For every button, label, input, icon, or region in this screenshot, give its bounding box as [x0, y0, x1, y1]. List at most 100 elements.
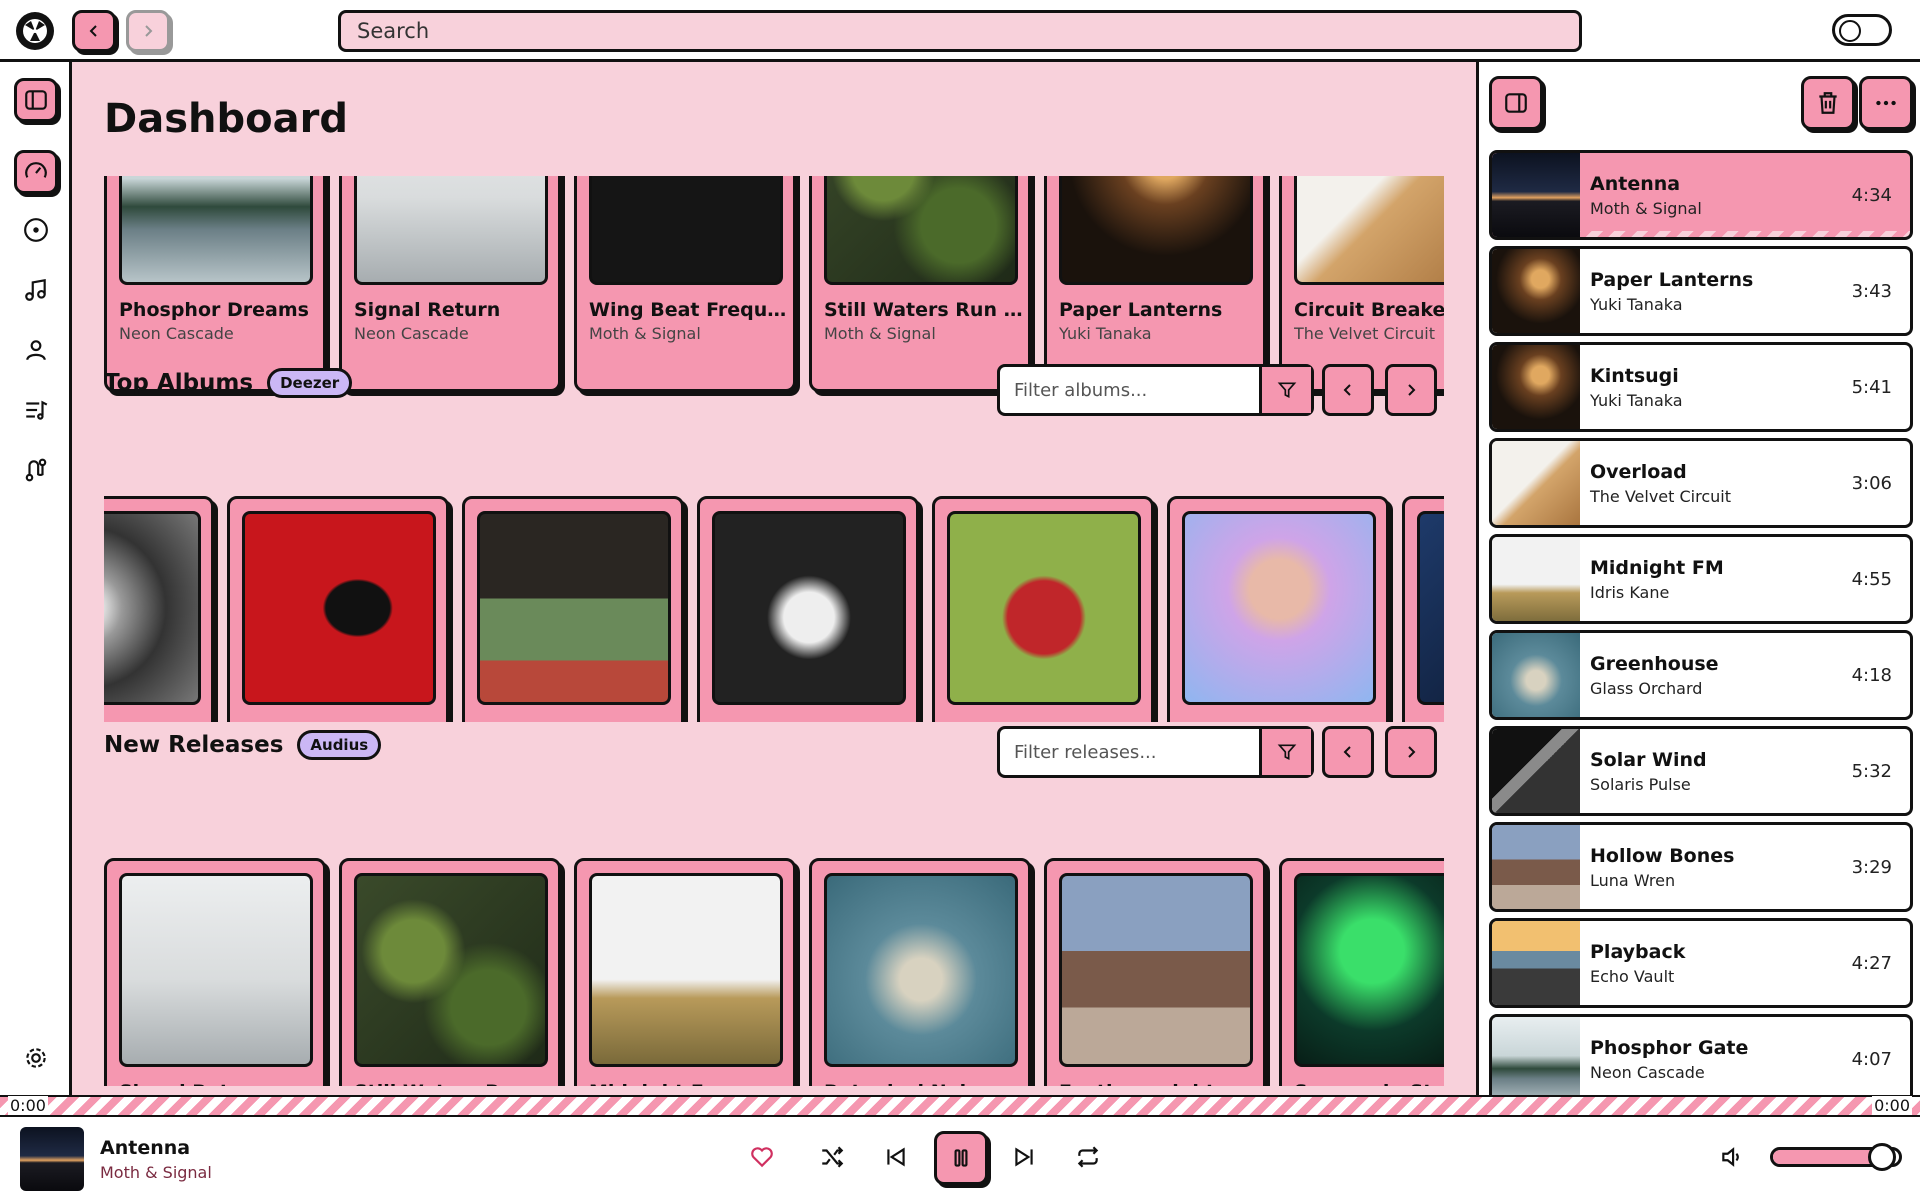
releases-filter-input[interactable]: Filter releases...	[1000, 729, 1259, 775]
like-button[interactable]	[740, 1135, 784, 1179]
album-card[interactable]: The Stone Roses (2...The Stone Roses	[462, 496, 684, 722]
recent-track-card[interactable]: Circuit Breaker The Velvet Circuit	[1279, 176, 1444, 392]
pause-button[interactable]	[934, 1131, 988, 1185]
player-bar: Antenna Moth & Signal	[0, 1117, 1920, 1200]
recent-track-title: Circuit Breaker	[1294, 299, 1444, 321]
forward-button[interactable]	[126, 10, 170, 52]
album-card[interactable]: El CorazonSteve Earle	[932, 496, 1154, 722]
nav-dashboard[interactable]	[14, 150, 58, 194]
filter-button[interactable]	[1259, 367, 1311, 413]
volume-knob[interactable]	[1868, 1143, 1897, 1171]
release-title: Botanical Noise	[824, 1081, 1024, 1086]
album-card[interactable]: TheVario	[1402, 496, 1444, 722]
queue-item[interactable]: Overload The Velvet Circuit 3:06	[1489, 438, 1913, 528]
nav-playlists[interactable]	[14, 388, 58, 432]
recent-track-card[interactable]: Signal Return Neon Cascade	[339, 176, 561, 392]
release-card[interactable]: Sermon in StaticMarlo Priest	[1279, 858, 1444, 1086]
new-releases-row: Signal ReturnNeon CascadeStill Waters Ru…	[104, 796, 1444, 1086]
nav-connections[interactable]	[14, 448, 58, 492]
albums-next-button[interactable]	[1385, 364, 1437, 416]
album-card[interactable]: March Or DieMotörhead	[697, 496, 919, 722]
nav-tracks[interactable]	[14, 268, 58, 312]
release-card[interactable]: FeatherweightLuna Wren	[1044, 858, 1266, 1086]
time-elapsed: 0:00	[8, 1096, 48, 1115]
back-button[interactable]	[72, 10, 116, 52]
release-cover-art	[1294, 873, 1444, 1067]
repeat-button[interactable]	[1066, 1135, 1110, 1179]
queue-item[interactable]: Kintsugi Yuki Tanaka 5:41	[1489, 342, 1913, 432]
nav-artists[interactable]	[14, 328, 58, 372]
queue-item[interactable]: Greenhouse Glass Orchard 4:18	[1489, 630, 1913, 720]
queue-item[interactable]: Playback Echo Vault 4:27	[1489, 918, 1913, 1008]
album-cover-art	[1182, 511, 1376, 705]
queue-item-title: Paper Lanterns	[1590, 269, 1754, 291]
release-cover-art	[119, 873, 313, 1067]
queue-item-artist: Neon Cascade	[1590, 1063, 1705, 1082]
release-card[interactable]: Botanical NoiseGlass Orchard	[809, 858, 1031, 1086]
filter-button[interactable]	[1259, 729, 1311, 775]
theme-toggle[interactable]	[1832, 14, 1892, 46]
recent-track-artist: Moth & Signal	[589, 324, 701, 343]
queue-item-title: Phosphor Gate	[1590, 1037, 1749, 1059]
queue-item-duration: 5:32	[1851, 761, 1892, 782]
search-input[interactable]: Search	[338, 10, 1582, 52]
toggle-sidebar-button[interactable]	[14, 78, 58, 122]
queue-item[interactable]: Phosphor Gate Neon Cascade 4:07	[1489, 1014, 1913, 1095]
recent-track-cover-art	[354, 176, 548, 285]
recent-track-cover-art	[1294, 176, 1444, 285]
album-title: 춤 (CHOOM)	[242, 719, 442, 722]
playback-progress-bar[interactable]	[0, 1095, 1920, 1117]
queue-item[interactable]: Antenna Moth & Signal 4:34	[1489, 150, 1913, 240]
pause-icon	[954, 1149, 968, 1167]
now-playing-artist[interactable]: Moth & Signal	[100, 1163, 212, 1182]
queue-item-artist: Solaris Pulse	[1590, 775, 1691, 794]
recent-track-card[interactable]: Still Waters Run Code Moth & Signal	[809, 176, 1031, 392]
clear-queue-button[interactable]	[1801, 76, 1855, 130]
queue-item[interactable]: Hollow Bones Luna Wren 3:29	[1489, 822, 1913, 912]
release-title: Signal Return	[119, 1081, 319, 1086]
music-note-icon	[25, 278, 46, 301]
chevron-left-icon	[1343, 746, 1351, 758]
volume-slider[interactable]	[1770, 1143, 1902, 1171]
release-title: Sermon in Static	[1294, 1081, 1444, 1086]
toggle-queue-button[interactable]	[1489, 76, 1543, 130]
next-button[interactable]	[1002, 1135, 1046, 1179]
album-card[interactable]: 춤 (CHOOM)BABYMONSTER	[227, 496, 449, 722]
queue-item-duration: 5:41	[1851, 377, 1892, 398]
albums-filter-input[interactable]: Filter albums...	[1000, 367, 1259, 413]
album-card[interactable]	[104, 496, 214, 722]
previous-button[interactable]	[874, 1135, 918, 1179]
album-card[interactable]: FROM FLORIDA'S FIN...SAILORR	[1167, 496, 1389, 722]
shuffle-button[interactable]	[810, 1135, 854, 1179]
queue-item[interactable]: Midnight FM Idris Kane 4:55	[1489, 534, 1913, 624]
sun-icon	[1839, 20, 1861, 42]
chevron-right-icon	[1408, 746, 1416, 758]
app-logo	[16, 12, 54, 50]
settings-button[interactable]	[14, 1036, 58, 1080]
nav-albums[interactable]	[14, 208, 58, 252]
release-card[interactable]: Signal ReturnNeon Cascade	[104, 858, 326, 1086]
queue-item-art	[1492, 633, 1580, 717]
release-title: Featherweight	[1059, 1081, 1259, 1086]
release-card[interactable]: Still Waters Run CodeMoth & Signal	[339, 858, 561, 1086]
releases-filter: Filter releases...	[997, 726, 1314, 778]
release-card[interactable]: Midnight Frequenci...Idris Kane	[574, 858, 796, 1086]
recent-track-title: Wing Beat Frequency	[589, 299, 789, 321]
top-albums-header: Top Albums Deezer	[104, 368, 353, 398]
albums-prev-button[interactable]	[1322, 364, 1374, 416]
recent-track-card[interactable]: Wing Beat Frequency Moth & Signal	[574, 176, 796, 392]
releases-next-button[interactable]	[1385, 726, 1437, 778]
volume-button[interactable]	[1710, 1135, 1754, 1179]
queue-item[interactable]: Paper Lanterns Yuki Tanaka 3:43	[1489, 246, 1913, 336]
release-cover-art	[354, 873, 548, 1067]
recent-track-card[interactable]: Paper Lanterns Yuki Tanaka	[1044, 176, 1266, 392]
queue-item[interactable]: Solar Wind Solaris Pulse 5:32	[1489, 726, 1913, 816]
queue-item-artist: Luna Wren	[1590, 871, 1676, 890]
queue-item-duration: 4:27	[1851, 953, 1892, 974]
recent-track-card[interactable]: Phosphor Dreams Neon Cascade	[104, 176, 326, 392]
source-badge: Deezer	[267, 368, 353, 398]
releases-prev-button[interactable]	[1322, 726, 1374, 778]
left-sidebar	[0, 62, 72, 1095]
queue-item-duration: 4:55	[1851, 569, 1892, 590]
queue-more-button[interactable]	[1859, 76, 1913, 130]
